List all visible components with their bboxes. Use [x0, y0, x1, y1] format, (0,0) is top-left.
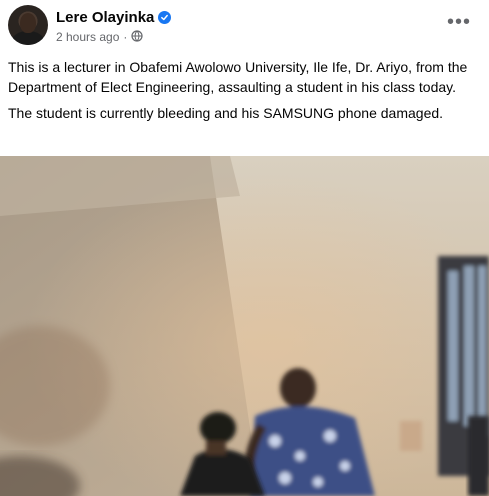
- post-text: This is a lecturer in Obafemi Awolowo Un…: [8, 57, 478, 129]
- verified-badge-icon: [158, 10, 172, 24]
- author-row: Lere Olayinka: [56, 8, 172, 26]
- author-name[interactable]: Lere Olayinka: [56, 9, 154, 26]
- post-video[interactable]: [0, 156, 489, 496]
- post-header: Lere Olayinka 2 hours ago · •••: [0, 0, 489, 52]
- author-avatar[interactable]: [8, 5, 48, 45]
- post-meta: 2 hours ago ·: [56, 29, 143, 45]
- post-timestamp[interactable]: 2 hours ago: [56, 30, 119, 44]
- video-frame: [0, 156, 489, 496]
- facebook-post: Lere Olayinka 2 hours ago · ••• This is …: [0, 0, 489, 496]
- post-paragraph: This is a lecturer in Obafemi Awolowo Un…: [8, 59, 468, 95]
- post-paragraph: The student is currently bleeding and hi…: [8, 105, 444, 121]
- globe-icon[interactable]: [131, 29, 143, 45]
- more-options-icon[interactable]: •••: [445, 12, 473, 32]
- meta-separator: ·: [123, 30, 128, 44]
